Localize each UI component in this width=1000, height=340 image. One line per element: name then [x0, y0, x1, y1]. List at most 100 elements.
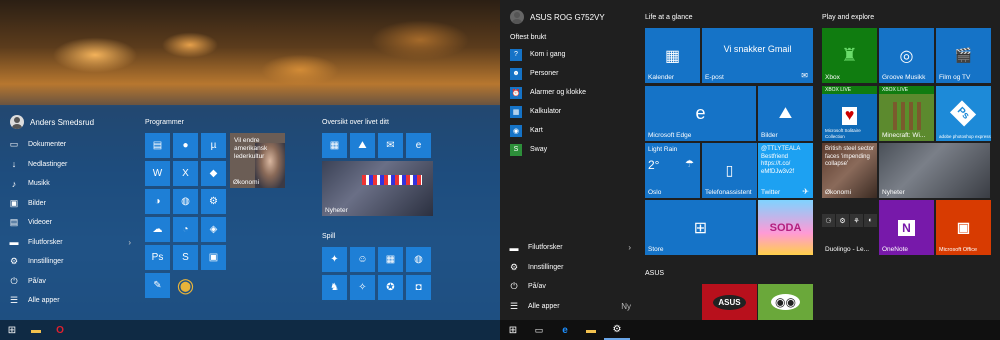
most-used-item[interactable]: ⏰ Alarmer og klokke [500, 83, 635, 102]
store-tile[interactable]: ⊞ Store [645, 200, 756, 255]
calendar-tile[interactable]: ▦ [322, 133, 347, 158]
spotify-tile[interactable]: ● [173, 133, 198, 158]
calendar-tile[interactable]: ▦ Kalender [645, 28, 700, 83]
taskbar-settings[interactable]: ⚙ [604, 320, 630, 340]
solitaire-tile[interactable]: XBOX LIVE ♥ Microsoft Solitaire Collection [822, 86, 877, 141]
app-tile[interactable]: ◔ [173, 217, 198, 242]
taskbar-opera[interactable]: O [48, 320, 72, 340]
user-account[interactable]: Anders Smedsrud [0, 113, 135, 131]
group-title-play: Play and explore [822, 14, 875, 21]
nav-videos[interactable]: ▤ Videoer [0, 213, 135, 233]
most-used-item[interactable]: S Sway [500, 140, 635, 159]
nav-downloads[interactable]: ↓ Nedlastinger [0, 155, 135, 175]
game-tile[interactable]: ✦ [322, 247, 347, 272]
game-tile[interactable]: ✪ [378, 275, 403, 300]
nav-power[interactable]: ⏻ På/av [0, 272, 135, 292]
game-icon-3: ▦ [385, 254, 396, 265]
utorrent-tile[interactable]: µ [201, 133, 226, 158]
photoshop-tile[interactable]: Ps adobe photoshop express [936, 86, 991, 141]
app-tile[interactable]: ✎ [145, 273, 170, 298]
device-account[interactable]: ASUS ROG G752VY [500, 8, 635, 26]
app-tile[interactable]: ◐ [864, 214, 877, 227]
photoshop-icon: Ps [151, 252, 164, 263]
task-view-button[interactable]: ▭ [526, 320, 552, 340]
nav-music[interactable]: ♪ Musikk [0, 174, 135, 194]
edge-tile[interactable]: e [406, 133, 431, 158]
nav-list: ▭ Dokumenter ↓ Nedlastinger ♪ Musikk ▣ Bilde… [0, 135, 135, 311]
twitter-tile[interactable]: @TTLYTEALA Bestfriend https://t.co/eMfDJw… [758, 143, 813, 198]
most-used-item[interactable]: ☻ Personer [500, 64, 635, 83]
start-button[interactable]: ⊞ [0, 320, 24, 340]
nav-settings[interactable]: ⚙ Innstillinger [500, 258, 635, 278]
candy-crush-tile[interactable]: SODA [758, 200, 813, 255]
app-tile[interactable]: ◈ [201, 217, 226, 242]
mail-tile[interactable]: Vi snakker Gmail ✉ E-post [702, 28, 813, 83]
news-tile[interactable]: Vil endre amerikansk lederkultur Økonomi [230, 133, 285, 188]
photos-tile[interactable]: ⛰ [350, 133, 375, 158]
news-tile[interactable]: British steel sector faces 'impending co… [822, 143, 877, 198]
nav-all-apps[interactable]: ☰ Alle apper Ny [500, 297, 635, 317]
weather-tile[interactable]: Light Rain 2° ☂ Oslo [645, 143, 700, 198]
app-tile[interactable]: ☁ [145, 217, 170, 242]
game-tile[interactable]: ◘ [406, 275, 431, 300]
news-source: Økonomi [233, 179, 260, 186]
phone-tile[interactable]: ▯ Telefonassistent [702, 143, 757, 198]
most-used-item[interactable]: ▦ Kalkulator [500, 102, 635, 121]
phone-icon: ▯ [725, 162, 734, 178]
game-tile[interactable]: ▦ [378, 247, 403, 272]
app-tile[interactable]: ◍ [173, 189, 198, 214]
steam-tile[interactable]: ⚙ [201, 189, 226, 214]
nav-file-explorer[interactable]: ▬ Filutforsker › [0, 233, 135, 253]
asus-tile[interactable]: ASUS [702, 284, 757, 320]
taskbar-explorer[interactable]: ▬ [578, 320, 604, 340]
app-tile[interactable]: ⚘ [850, 214, 863, 227]
game-tile[interactable]: ☺ [350, 247, 375, 272]
game-tile[interactable]: ♞ [322, 275, 347, 300]
taskbar-edge[interactable]: e [552, 320, 578, 340]
nav-all-apps[interactable]: ☰ Alle apper [0, 291, 135, 311]
skype-tile[interactable]: S [173, 245, 198, 270]
film-tv-tile[interactable]: 🎬 Film og TV [936, 28, 991, 83]
start-button[interactable]: ⊞ [500, 320, 526, 340]
minecraft-tile[interactable]: XBOX LIVE Minecraft: Wi... [879, 86, 934, 141]
edge-tile[interactable]: e Microsoft Edge [645, 86, 756, 141]
game-icon-5: ♞ [330, 282, 339, 293]
nyheter-tile[interactable]: Nyheter [879, 143, 990, 198]
chrome-tile[interactable]: ◉ [173, 273, 198, 298]
photoshop-tile[interactable]: Ps [145, 245, 170, 270]
group-title-spill: Spill [322, 233, 336, 240]
photos-tile[interactable]: ⛰ Bilder [758, 86, 813, 141]
news-nyheter-tile[interactable]: Nyheter [322, 161, 433, 216]
task-view-icon: ▭ [534, 324, 544, 335]
office-tile[interactable]: ▣ Microsoft Office [936, 200, 991, 255]
nav-file-explorer[interactable]: ▬ Filutforsker › [500, 238, 635, 258]
groove-icon: ◎ [899, 47, 914, 65]
excel-tile[interactable]: X [173, 161, 198, 186]
most-used-label: Kalkulator [530, 108, 562, 115]
nav-power[interactable]: ⏻ På/av [500, 277, 635, 297]
tile-label: Økonomi [825, 189, 852, 196]
most-used-item[interactable]: ◉ Kart [500, 121, 635, 140]
mail-tile[interactable]: ✉ [378, 133, 403, 158]
app-tile[interactable]: ⚙ [836, 214, 849, 227]
app-tile[interactable]: ◑ [145, 189, 170, 214]
tripadvisor-tile[interactable]: ◉◉ [758, 284, 813, 320]
nav-documents[interactable]: ▭ Dokumenter [0, 135, 135, 155]
onenote-tile[interactable]: N OneNote [879, 200, 934, 255]
taskbar-explorer[interactable]: ▬ [24, 320, 48, 340]
app-tile[interactable]: ▤ [145, 133, 170, 158]
left-start-menu: Anders Smedsrud ▭ Dokumenter ↓ Nedlastinge… [0, 0, 500, 340]
nav-pictures[interactable]: ▣ Bilder [0, 194, 135, 214]
game-tile[interactable]: ✧ [350, 275, 375, 300]
app-tile[interactable]: ◆ [201, 161, 226, 186]
app-tile[interactable]: ▣ [201, 245, 226, 270]
most-used-item[interactable]: ? Kom i gang [500, 45, 635, 64]
nav-settings[interactable]: ⚙ Innstillinger [0, 252, 135, 272]
skype-tile[interactable]: ⚆ [822, 214, 835, 227]
groove-tile[interactable]: ◎ Groove Musikk [879, 28, 934, 83]
xbox-tile[interactable]: ♜ Xbox [822, 28, 877, 83]
new-badge: Ny [621, 301, 631, 311]
game-tile[interactable]: ◍ [406, 247, 431, 272]
word-tile[interactable]: W [145, 161, 170, 186]
nav-label: Videoer [28, 219, 53, 227]
